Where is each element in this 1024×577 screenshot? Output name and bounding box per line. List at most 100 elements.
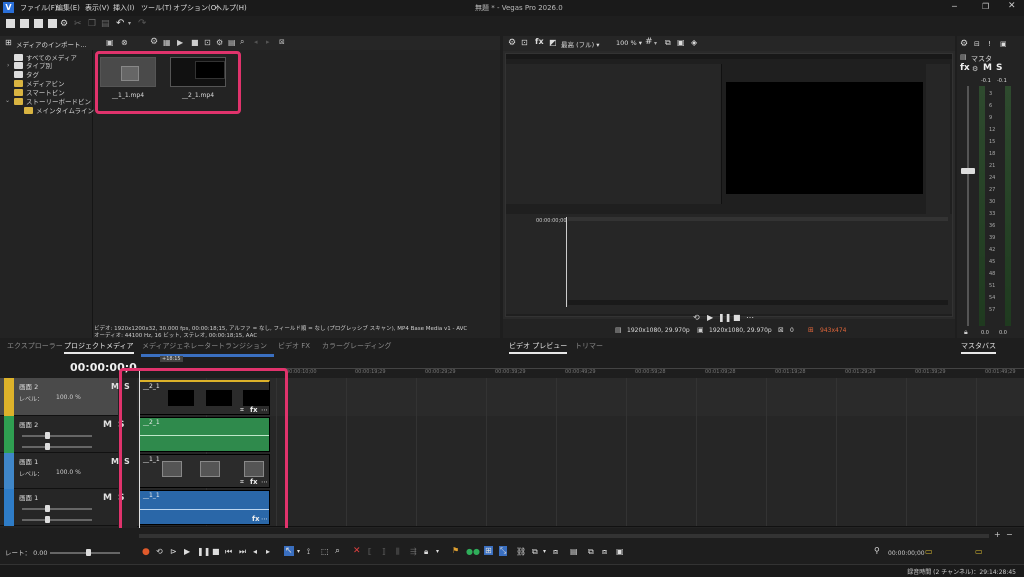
close-media-icon[interactable]: ⊗ — [121, 38, 128, 47]
capture-icon[interactable]: ▦ — [163, 38, 171, 47]
volume-slider[interactable] — [22, 508, 92, 510]
menu-edit[interactable]: 編集(E) — [56, 3, 80, 13]
selection-tool-icon[interactable]: ⬚ — [321, 547, 329, 556]
tab-trimmer[interactable]: トリマー — [575, 341, 603, 351]
loop-region-end-icon[interactable]: ▭ — [975, 547, 983, 556]
lock-icon[interactable]: 🔒︎ — [424, 547, 428, 557]
lock-dropdown-icon[interactable]: ▾ — [436, 548, 439, 555]
play-icon[interactable]: ▶ — [707, 313, 713, 322]
track-mute-button[interactable]: M — [103, 420, 112, 430]
volume-knob[interactable] — [45, 505, 50, 512]
marker-pin-icon[interactable]: ⚲ — [874, 546, 880, 555]
properties-icon[interactable]: ⚙ — [216, 38, 223, 47]
pan-slider[interactable] — [22, 519, 92, 521]
auto-preview-icon[interactable]: ⊡ — [204, 38, 211, 47]
track-header-video-1[interactable]: 画面 1 レベル： 100.0 % M S — [0, 453, 130, 489]
open-folder-icon[interactable] — [20, 19, 29, 28]
edit-tool-dropdown-icon[interactable]: ▾ — [297, 548, 300, 555]
tree-storyboard-bins[interactable]: ストーリーボードビン — [14, 98, 91, 107]
tab-video-preview[interactable]: ビデオ プレビュー — [509, 341, 568, 354]
menu-file[interactable]: ファイル(F) — [20, 3, 58, 13]
trim-end-icon[interactable]: ⟧ — [382, 547, 386, 556]
menu-options[interactable]: オプション(O) — [173, 3, 219, 13]
stop-icon[interactable]: ■ — [212, 547, 220, 556]
split-icon[interactable]: ⫼ — [396, 547, 400, 557]
track-header-audio-1[interactable]: 画面 1 M S — [0, 489, 124, 526]
expand-chevron-icon[interactable]: › — [7, 62, 9, 69]
copy-snapshot-icon[interactable]: ⧉ — [665, 38, 671, 48]
loop-icon[interactable]: ⟲ — [693, 313, 700, 322]
collapse-chevron-icon[interactable]: ⌄ — [5, 97, 10, 104]
tab-media-generators[interactable]: メディアジェネレーター — [142, 341, 218, 351]
snap-icon[interactable]: ⊞ — [484, 546, 493, 555]
fx-icon[interactable]: fx — [535, 37, 544, 46]
master-solo-button[interactable]: S — [996, 63, 1002, 73]
stop-media-icon[interactable]: ■ — [191, 38, 199, 47]
import-media-icon[interactable]: ⊞ — [5, 38, 12, 47]
ungroup-icon[interactable]: ⧈ — [553, 547, 558, 557]
track-mute-button[interactable]: M — [103, 493, 112, 503]
undo-icon[interactable]: ↶ — [116, 18, 124, 29]
downmix-icon[interactable]: ⊟ — [974, 40, 980, 48]
loop-region-icon[interactable]: ▭ — [925, 547, 933, 556]
loop-icon[interactable]: ⟲ — [156, 547, 163, 556]
track-mute-button[interactable]: M — [111, 382, 119, 391]
new-file-icon[interactable] — [6, 19, 15, 28]
minimize-icon[interactable]: ─ — [952, 2, 957, 11]
volume-slider[interactable] — [22, 435, 92, 437]
zoom-in-icon[interactable]: + — [994, 530, 1001, 539]
quality-dropdown[interactable]: 最高 (フル) ▾ — [561, 39, 599, 49]
view-toggle-icon[interactable]: ▣ — [106, 38, 114, 47]
cut-icon[interactable]: ✂ — [74, 19, 82, 29]
render-icon[interactable] — [48, 19, 57, 28]
zoom-out-icon[interactable]: − — [1006, 530, 1013, 539]
lock-icon[interactable]: 🔒︎ — [964, 328, 968, 337]
play-icon[interactable]: ▶ — [184, 547, 190, 556]
menu-tools[interactable]: ツール(T) — [141, 3, 172, 13]
menu-insert[interactable]: 挿入(I) — [113, 3, 135, 13]
menu-view[interactable]: 表示(V) — [85, 3, 109, 13]
rate-knob[interactable] — [86, 549, 91, 556]
gear-icon[interactable]: ⚙ — [150, 37, 158, 47]
tree-media-bins[interactable]: メディアビン — [14, 80, 65, 89]
search-icon[interactable]: ⌕ — [240, 37, 244, 47]
go-to-start-icon[interactable]: ⏮ — [225, 547, 232, 557]
go-to-end-icon[interactable]: ⏭ — [239, 547, 246, 557]
tab-transitions[interactable]: トランジション — [218, 341, 267, 351]
tab-explorer[interactable]: エクスプローラー — [7, 341, 63, 351]
track-header-audio-2[interactable]: 画面 2 M S — [0, 416, 124, 453]
delete-icon[interactable]: ✕ — [353, 546, 361, 556]
snapshot-settings-icon[interactable]: ◈ — [691, 38, 697, 47]
record-icon[interactable]: ● — [142, 547, 150, 557]
properties-icon[interactable]: ▤ — [570, 547, 578, 556]
master-fx-button[interactable]: fx — [960, 63, 970, 73]
track-mute-button[interactable]: M — [111, 457, 119, 466]
tree-main-timeline[interactable]: メインタイムライン — [24, 107, 94, 116]
rate-slider[interactable] — [50, 552, 120, 554]
views-icon[interactable]: ▤ — [228, 38, 236, 47]
tab-video-fx[interactable]: ビデオ FX — [278, 341, 310, 351]
tab-project-media[interactable]: プロジェクトメディア — [64, 341, 134, 354]
pause-icon[interactable]: ❚❚ — [197, 547, 210, 556]
trim-start-icon[interactable]: ⟦ — [368, 547, 372, 556]
play-from-start-icon[interactable]: ⊳ — [170, 547, 177, 556]
tree-tags[interactable]: タグ — [14, 71, 39, 80]
nav-forward-icon[interactable]: ▸ — [266, 38, 270, 46]
region-icon[interactable]: ●● — [466, 547, 480, 556]
master-mute-button[interactable]: M — [983, 63, 992, 73]
ignore-grouping-icon[interactable]: ⛓ — [516, 547, 526, 556]
menu-help[interactable]: ヘルプ(H) — [215, 3, 247, 13]
prev-frame-icon[interactable]: ◂ — [253, 547, 257, 556]
group-icon[interactable]: ⧉ — [532, 547, 538, 557]
tab-color-grading[interactable]: カラーグレーディング — [322, 341, 392, 351]
master-fader-knob[interactable] — [961, 168, 975, 174]
undo-dropdown-icon[interactable]: ▾ — [128, 20, 131, 27]
copy-icon[interactable]: ⧉ — [588, 547, 594, 557]
copy-icon[interactable]: ❐ — [88, 19, 96, 29]
save-icon[interactable] — [34, 19, 43, 28]
zoom-tool-icon[interactable]: ⌕ — [335, 546, 340, 556]
save-snapshot-icon[interactable]: ▣ — [677, 38, 685, 47]
gear-icon[interactable]: ⚙ — [508, 38, 516, 48]
overlay-dropdown-icon[interactable]: ▾ — [654, 40, 657, 47]
auto-crossfade-icon[interactable]: ⤡ — [499, 546, 508, 556]
